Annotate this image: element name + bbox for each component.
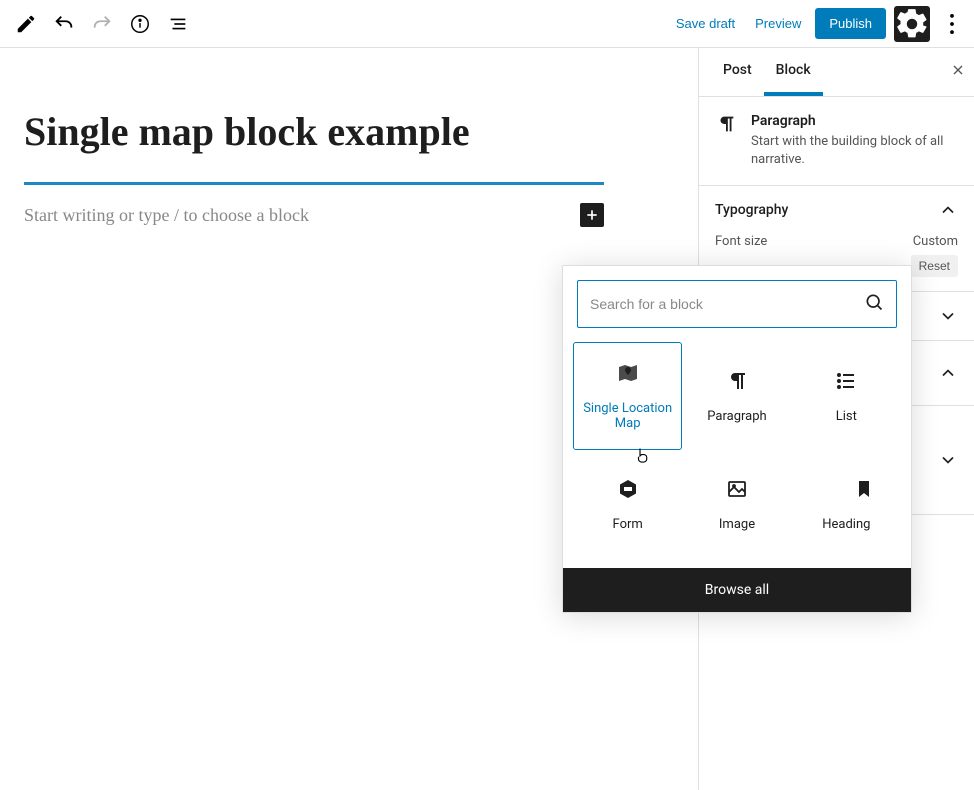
image-icon (725, 477, 749, 505)
reset-button[interactable]: Reset (911, 255, 958, 277)
typography-panel-title: Typography (715, 202, 788, 218)
settings-button[interactable] (894, 6, 930, 42)
undo-icon (53, 13, 75, 35)
inserter-item-label: Image (719, 517, 755, 532)
inserter-item-paragraph[interactable]: Paragraph (682, 342, 791, 450)
block-info-title: Paragraph (751, 113, 958, 129)
preview-button[interactable]: Preview (749, 10, 807, 37)
paragraph-placeholder[interactable]: Start writing or type / to choose a bloc… (24, 205, 309, 226)
inserter-item-label: Heading (822, 517, 870, 532)
chevron-down-icon (938, 306, 958, 326)
page-title[interactable]: Single map block example (24, 108, 674, 156)
block-info-text: Paragraph Start with the building block … (751, 113, 958, 169)
toolbar-right-group: Save draft Preview Publish (670, 6, 966, 42)
undo-button[interactable] (46, 6, 82, 42)
close-sidebar-button[interactable] (950, 62, 966, 83)
chevron-down-icon (938, 450, 958, 470)
heading-icon (817, 477, 877, 505)
block-info-description: Start with the building block of all nar… (751, 133, 958, 169)
inserter-item-list[interactable]: List (792, 342, 901, 450)
chevron-up-icon (938, 363, 958, 383)
inserter-item-form[interactable]: Form (573, 450, 682, 558)
inserter-search-box[interactable] (577, 280, 897, 328)
inserter-item-image[interactable]: Image (682, 450, 791, 558)
chevron-up-icon (938, 200, 958, 220)
close-icon (950, 62, 966, 78)
search-icon (864, 292, 884, 316)
block-info-panel: Paragraph Start with the building block … (699, 97, 974, 186)
inserter-item-single-location-map[interactable]: Single Location Map (573, 342, 682, 450)
map-marker-icon (616, 361, 640, 389)
block-inserter-popover: Single Location Map Paragraph List Form … (562, 265, 912, 613)
gear-icon (894, 6, 930, 42)
pencil-icon (15, 13, 37, 35)
more-vertical-icon (938, 10, 966, 38)
edit-mode-button[interactable] (8, 6, 44, 42)
font-size-label: Font size (715, 234, 767, 249)
inserter-item-heading[interactable]: Heading (792, 450, 901, 558)
redo-button[interactable] (84, 6, 120, 42)
inserter-item-label: Single Location Map (580, 401, 675, 431)
redo-icon (91, 13, 113, 35)
search-input[interactable] (590, 296, 864, 312)
form-icon (616, 477, 640, 505)
sidebar-tabs: Post Block (699, 48, 974, 97)
add-block-button[interactable] (580, 203, 604, 227)
info-button[interactable] (122, 6, 158, 42)
outline-button[interactable] (160, 6, 196, 42)
browse-all-button[interactable]: Browse all (563, 568, 911, 612)
inserter-search-region (563, 266, 911, 342)
inserter-item-label: Form (613, 517, 643, 532)
inserter-item-label: Paragraph (707, 409, 766, 424)
tab-post[interactable]: Post (711, 48, 764, 96)
top-toolbar: Save draft Preview Publish (0, 0, 974, 48)
list-icon (834, 369, 858, 397)
paragraph-icon (715, 113, 737, 139)
info-icon (129, 13, 151, 35)
inserter-item-label: List (836, 409, 857, 424)
custom-size-label: Custom (913, 234, 958, 249)
toolbar-left-group (8, 6, 196, 42)
save-draft-button[interactable]: Save draft (670, 10, 741, 37)
inserter-block-grid: Single Location Map Paragraph List Form … (563, 342, 911, 568)
more-options-button[interactable] (938, 6, 966, 42)
tab-block[interactable]: Block (764, 48, 823, 96)
paragraph-icon (725, 369, 749, 397)
title-underline (24, 182, 604, 185)
paragraph-block-row: Start writing or type / to choose a bloc… (24, 203, 604, 227)
publish-button[interactable]: Publish (815, 8, 886, 39)
outline-icon (167, 13, 189, 35)
plus-icon (584, 207, 600, 223)
typography-panel-header[interactable]: Typography (715, 200, 958, 220)
